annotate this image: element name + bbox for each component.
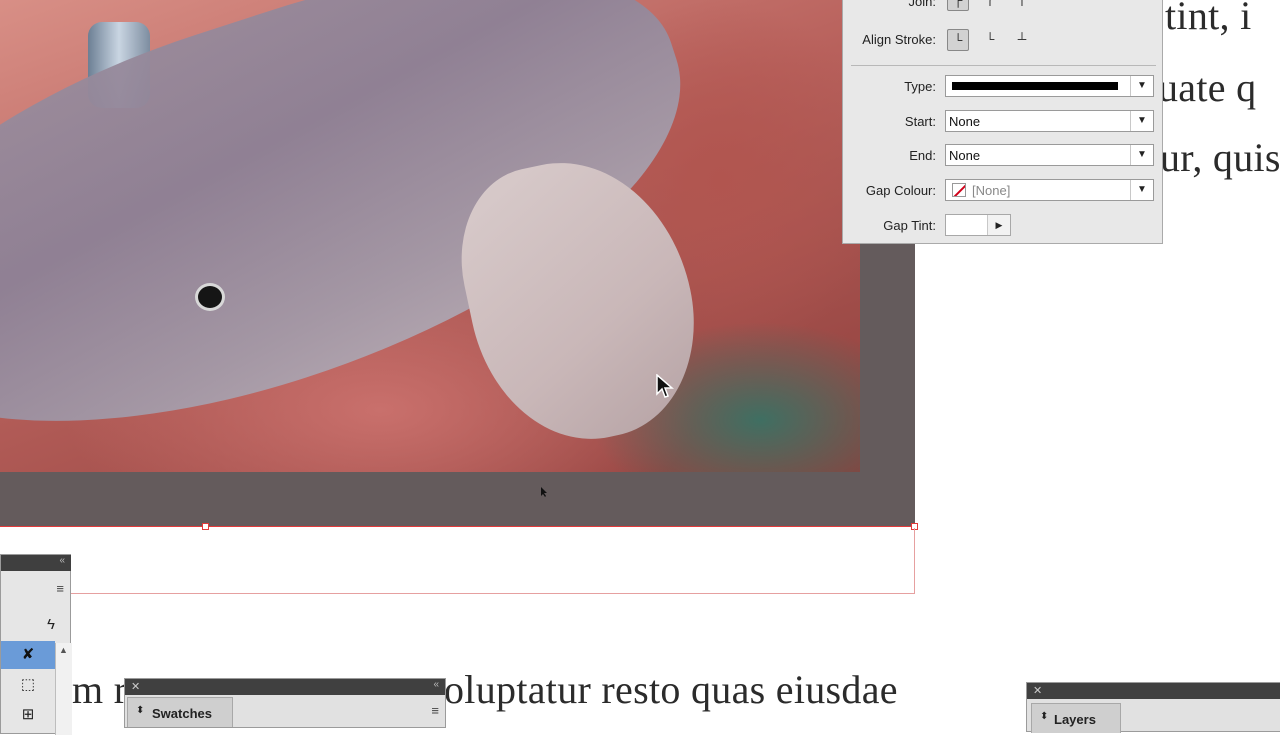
- chevron-right-icon[interactable]: ▶: [987, 215, 1010, 235]
- end-row: End: None ▼: [843, 143, 1164, 169]
- type-row: Type: ▼: [843, 74, 1164, 100]
- chevron-down-icon: ▼: [1130, 111, 1153, 131]
- start-value: None: [949, 114, 981, 129]
- body-text-line-1: tint, i: [1165, 0, 1252, 38]
- mouse-pointer-icon: [656, 374, 674, 398]
- pen-tool-icon[interactable]: ✘: [1, 641, 55, 669]
- miter-join-icon[interactable]: ┌: [947, 0, 969, 11]
- image-frame[interactable]: [0, 0, 915, 527]
- collapse-icon[interactable]: «: [433, 679, 439, 690]
- join-row: Join: ┌ ╭ ┍: [843, 0, 1164, 23]
- align-inside-icon[interactable]: └: [979, 29, 1001, 51]
- chevron-up-icon[interactable]: ▲: [59, 645, 68, 655]
- type-dropdown[interactable]: ▼: [945, 75, 1154, 97]
- chevron-down-icon: ▼: [1130, 180, 1153, 200]
- gap-colour-label: Gap Colour:: [865, 183, 936, 198]
- gap-colour-dropdown[interactable]: [None] ▼: [945, 179, 1154, 201]
- round-join-icon[interactable]: ╭: [979, 0, 1001, 11]
- gap-colour-row: Gap Colour: [None] ▼: [843, 178, 1164, 204]
- tools-panel-titlebar[interactable]: «: [1, 555, 71, 571]
- layers-tab[interactable]: ⬍ Layers: [1031, 703, 1121, 733]
- swatches-tab-label: Swatches: [152, 706, 212, 721]
- text-frame-icon[interactable]: ⊞: [1, 701, 55, 729]
- align-stroke-row: Align Stroke: └ └ ┴: [843, 27, 1164, 53]
- selection-edge: [0, 526, 915, 527]
- swatches-titlebar[interactable]: ✕ «: [125, 679, 445, 695]
- none-swatch-icon: [952, 183, 966, 197]
- end-value: None: [949, 148, 981, 163]
- stroke-panel: Join: ┌ ╭ ┍ Align Stroke: └ └ ┴ Type: ▼ …: [842, 0, 1163, 244]
- body-text-bottom-right: oluptatur resto quas eiusdae: [444, 667, 898, 712]
- join-label: Join:: [908, 0, 936, 9]
- end-dropdown[interactable]: None ▼: [945, 144, 1154, 166]
- lightning-icon[interactable]: ϟ: [33, 611, 69, 639]
- updown-chevron-icon: ⬍: [136, 705, 145, 716]
- close-icon[interactable]: ✕: [131, 680, 140, 693]
- close-icon[interactable]: ✕: [1033, 684, 1042, 697]
- body-text-line-2: uate q: [1158, 65, 1257, 110]
- start-row: Start: None ▼: [843, 109, 1164, 135]
- panel-menu-icon[interactable]: ≡: [56, 581, 64, 596]
- gap-tint-row: Gap Tint: ▶: [843, 213, 1164, 239]
- gap-colour-value: [None]: [972, 183, 1011, 198]
- gap-tint-label: Gap Tint:: [883, 218, 936, 233]
- tools-panel: « ≡ ϟ ✘ ⬚ ⊞ ▲: [0, 554, 72, 735]
- fish-photo[interactable]: [0, 0, 860, 472]
- swatches-tab[interactable]: ⬍ Swatches: [127, 697, 233, 727]
- fish-eye: [195, 283, 225, 311]
- body-text-bottom-left: m r: [72, 667, 128, 712]
- align-center-icon[interactable]: └: [947, 29, 969, 51]
- panel-menu-icon[interactable]: ≡: [431, 703, 439, 718]
- small-pointer-icon: [541, 487, 547, 497]
- type-label: Type:: [904, 79, 936, 94]
- start-label: Start:: [904, 114, 936, 129]
- solid-line-preview: [952, 82, 1118, 90]
- chevron-down-icon: ▼: [1130, 76, 1153, 96]
- tools-scrollbar[interactable]: ▲: [55, 643, 72, 735]
- layers-panel: ✕ ⬍ Layers: [1026, 682, 1280, 733]
- align-outside-icon[interactable]: ┴: [1011, 29, 1033, 51]
- body-text-line-3: ur, quis: [1160, 135, 1280, 180]
- swatches-panel: ✕ « ⬍ Swatches ≡: [124, 678, 446, 728]
- gap-tint-field[interactable]: ▶: [945, 214, 1011, 236]
- panel-separator: [851, 65, 1156, 66]
- layers-titlebar[interactable]: ✕: [1027, 683, 1280, 699]
- start-dropdown[interactable]: None ▼: [945, 110, 1154, 132]
- chevron-down-icon: ▼: [1130, 145, 1153, 165]
- align-stroke-label: Align Stroke:: [862, 32, 936, 47]
- end-label: End:: [909, 148, 936, 163]
- collapse-icon[interactable]: «: [59, 555, 65, 566]
- rectangle-frame-icon[interactable]: ⬚: [1, 671, 55, 699]
- bevel-join-icon[interactable]: ┍: [1011, 0, 1033, 11]
- caption-text-frame[interactable]: [70, 528, 915, 594]
- updown-chevron-icon: ⬍: [1040, 711, 1049, 722]
